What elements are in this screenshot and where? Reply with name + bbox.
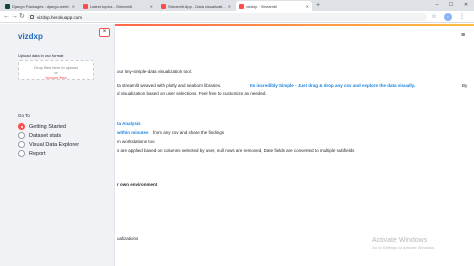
window-close-icon[interactable]: ✕: [459, 0, 473, 10]
radio-unselected-icon[interactable]: [18, 150, 25, 157]
file-dropzone[interactable]: Drop files here to upload or browse file…: [18, 60, 94, 80]
new-tab-icon[interactable]: +: [316, 1, 320, 10]
lock-icon: [30, 15, 34, 19]
description-text: ta streamlit weaved with plotly and seab…: [117, 83, 222, 88]
radio-unselected-icon[interactable]: [18, 132, 25, 139]
intro-text: our tiny-simple-data visualization tool.: [117, 69, 193, 74]
windows-activation-watermark: Activate Windows Go to Settings to activ…: [372, 237, 436, 250]
address-bar[interactable]: vizdxp.herokuapp.com: [27, 13, 427, 21]
sidebar-close-button[interactable]: ×: [99, 28, 110, 37]
sidebar: × vizdxp Upload data in csv format Drop …: [0, 24, 115, 266]
feature-item: within minutes: [117, 130, 149, 135]
streamlit-favicon-icon: [161, 3, 166, 9]
description-text: By: [462, 83, 468, 88]
highlight-text: Its incredibly Simple - Just drag & drop…: [250, 83, 416, 88]
goto-label: Go To: [18, 113, 30, 118]
close-icon[interactable]: ✕: [228, 4, 231, 9]
profile-avatar[interactable]: •: [444, 13, 452, 21]
description-text: d visualization based on user selections…: [117, 91, 267, 96]
radio-report[interactable]: Report: [18, 149, 79, 158]
kebab-menu-icon[interactable]: ⋮: [458, 13, 466, 21]
tab-vizdxp[interactable]: vizdxp · Streamlit ✕: [236, 1, 312, 11]
radio-selected-icon[interactable]: [18, 123, 25, 130]
minimize-icon[interactable]: –: [430, 0, 444, 10]
back-arrow-icon[interactable]: ←: [3, 12, 10, 22]
close-icon[interactable]: ✕: [72, 4, 75, 9]
plans-text: ualizations: [117, 236, 139, 241]
close-icon[interactable]: ✕: [306, 4, 309, 9]
reload-icon[interactable]: ↻: [19, 12, 25, 22]
star-icon[interactable]: ☆: [430, 13, 438, 21]
browser-tab-strip: Django Packages : django-webf... ✕ Lates…: [0, 0, 474, 11]
radio-getting-started[interactable]: Getting Started: [18, 122, 79, 131]
maximize-icon[interactable]: ☐: [444, 0, 458, 10]
django-favicon-icon: [5, 3, 10, 9]
browse-files-link[interactable]: browse files: [19, 75, 93, 80]
hamburger-menu-icon[interactable]: ≡: [461, 32, 465, 39]
feature-item: m workstations too: [117, 139, 155, 144]
upload-label: Upload data in csv format: [18, 53, 64, 58]
tab-django-packages[interactable]: Django Packages : django-webf... ✕: [2, 1, 78, 11]
feature-item: from any csv and share the findings: [153, 130, 225, 135]
feature-item: s are applied based on columns selected …: [117, 148, 355, 153]
app-title: vizdxp: [18, 32, 43, 41]
navigation-radio-group: Getting Started Dataset stats Visual Dat…: [18, 122, 79, 158]
section-heading-try: r own environment: [117, 182, 158, 187]
close-icon[interactable]: ✕: [150, 4, 153, 9]
streamlit-favicon-icon: [239, 3, 244, 9]
streamlit-favicon-icon: [83, 3, 88, 9]
feature-item: ta Analysis: [117, 121, 141, 126]
tab-streamlit-topics[interactable]: Latest topics - Streamlit ✕: [80, 1, 156, 11]
browser-toolbar: ← → ↻ vizdxp.herokuapp.com ☆ • ⋮: [0, 11, 474, 23]
radio-unselected-icon[interactable]: [18, 141, 25, 148]
radio-visual-data-explorer[interactable]: Visual Data Explorer: [18, 140, 79, 149]
radio-dataset-stats[interactable]: Dataset stats: [18, 131, 79, 140]
forward-arrow-icon[interactable]: →: [11, 12, 18, 22]
tab-streamlit-app[interactable]: Streamlit App - Data visualizati... ✕: [158, 1, 234, 11]
